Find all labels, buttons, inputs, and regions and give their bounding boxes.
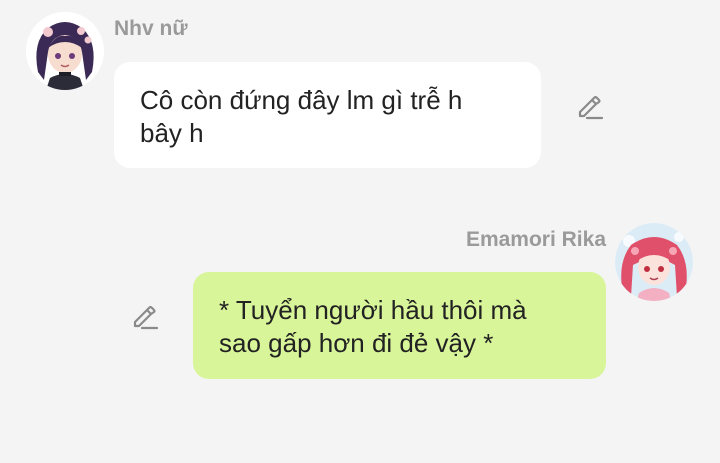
message-bubble-received[interactable]: Cô còn đứng đây lm gì trễ h bây h <box>114 62 541 168</box>
avatar-purple-hair-girl-icon <box>26 12 104 90</box>
edit-message-button[interactable] <box>574 91 604 121</box>
sender-name: Nhv nữ <box>114 17 188 40</box>
message-text-line: bây h <box>140 118 204 148</box>
message-text-line: sao gấp hơn đi đẻ vậy * <box>219 328 494 358</box>
avatar[interactable] <box>615 223 693 301</box>
message-text-line: * Tuyển người hầu thôi mà <box>219 295 527 325</box>
chat-area: Nhv nữ Cô còn đứng đây lm gì trễ h bây h… <box>0 0 720 463</box>
message-bubble-sent[interactable]: * Tuyển người hầu thôi mà sao gấp hơn đi… <box>193 272 606 379</box>
avatar-pink-hair-girl-icon <box>615 223 693 301</box>
edit-message-button[interactable] <box>129 301 159 331</box>
pencil-edit-icon <box>133 305 159 330</box>
avatar[interactable] <box>26 12 104 90</box>
pencil-edit-icon <box>578 95 604 120</box>
sender-name: Emamori Rika <box>465 228 606 251</box>
message-text-line: Cô còn đứng đây lm gì trễ h <box>140 85 463 115</box>
